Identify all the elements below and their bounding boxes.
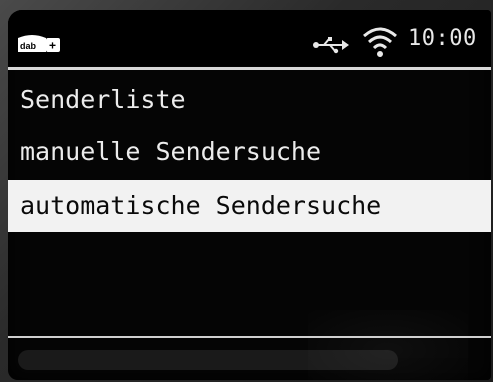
usb-icon xyxy=(313,37,349,54)
menu-item-senderliste[interactable]: Senderliste xyxy=(8,76,491,124)
svg-text:+: + xyxy=(49,39,56,53)
menu-list: Senderliste manuelle Sendersuche automat… xyxy=(8,76,491,236)
dab-plus-logo-icon: dab + xyxy=(18,35,60,53)
menu-item-automatische-sendersuche[interactable]: automatische Sendersuche xyxy=(8,180,491,232)
clock-time: 10:00 xyxy=(408,26,477,51)
radio-display: dab + 10:00 Senderliste manuelle Senders… xyxy=(8,10,491,380)
wifi-icon xyxy=(363,27,397,57)
status-bar: dab + 10:00 xyxy=(8,10,491,66)
top-divider xyxy=(8,67,491,70)
bottom-scroll-track xyxy=(18,350,398,370)
bottom-divider xyxy=(8,336,491,338)
svg-text:dab: dab xyxy=(20,41,37,51)
menu-item-manuelle-sendersuche[interactable]: manuelle Sendersuche xyxy=(8,128,491,176)
